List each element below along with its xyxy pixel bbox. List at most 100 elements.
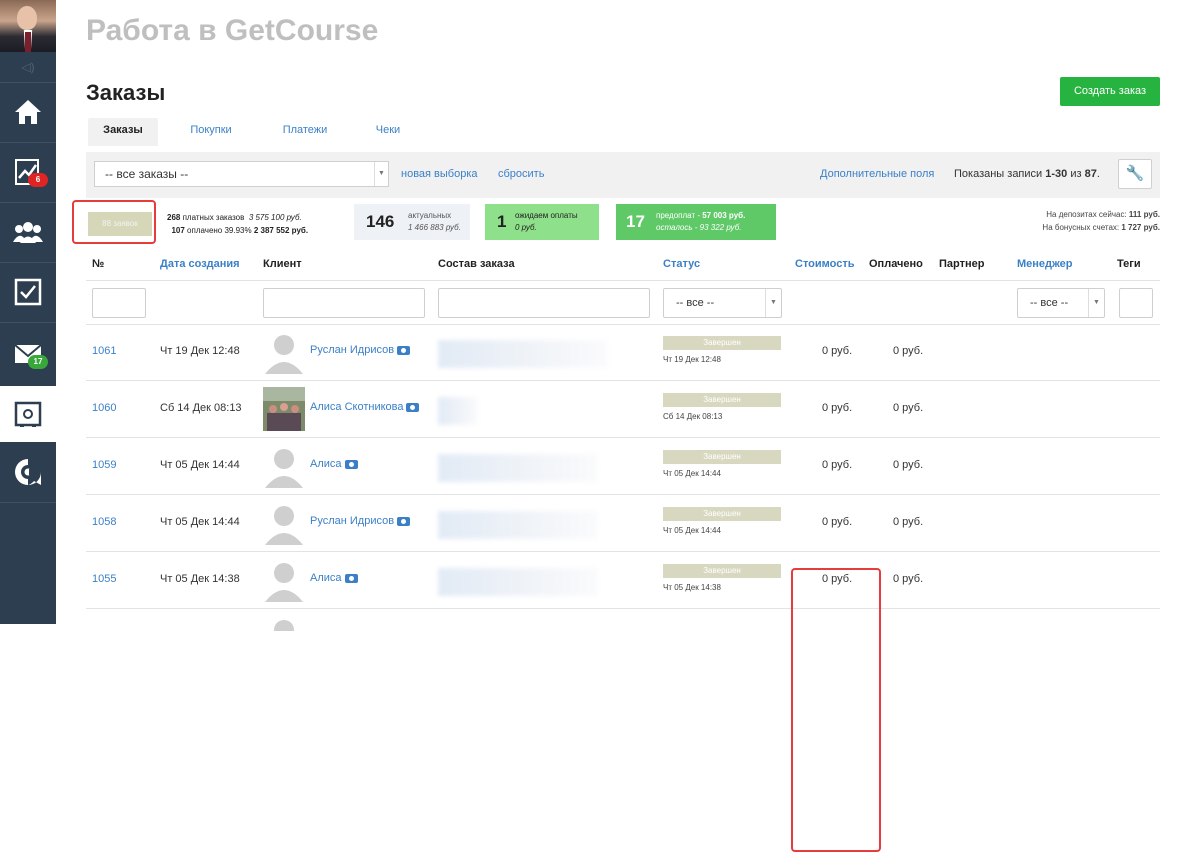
waiting-payment-box[interactable]: 1 ожидаем оплаты 0 руб.: [485, 204, 599, 240]
order-date: Сб 14 Дек 08:13: [160, 402, 242, 414]
client-link[interactable]: Руслан Идрисов: [310, 515, 411, 527]
status-date: Чт 05 Дек 14:44: [663, 469, 721, 478]
tags-filter-input[interactable]: [1119, 288, 1153, 318]
order-paid: 0 руб.: [893, 516, 924, 528]
order-date: Чт 05 Дек 14:44: [160, 459, 240, 471]
status-filter-select[interactable]: -- все -- ▼: [663, 288, 782, 318]
page-title: Заказы: [86, 80, 166, 105]
composition-filter-input[interactable]: [438, 288, 650, 318]
order-id-link[interactable]: 1061: [92, 345, 116, 357]
eye-icon[interactable]: [344, 459, 358, 469]
order-paid: 0 руб.: [893, 573, 924, 585]
eye-icon[interactable]: [397, 516, 411, 526]
avatar: [265, 506, 303, 545]
tab-payments[interactable]: Платежи: [270, 118, 340, 146]
filter-bar: -- все заказы -- ▼ новая выборка сбросит…: [86, 152, 1160, 198]
getcourse-logo-icon: [15, 459, 41, 485]
speaker-icon[interactable]: ◁): [0, 52, 56, 82]
order-composition-blurred: [438, 340, 608, 368]
col-header-status[interactable]: Статус: [663, 258, 700, 270]
tab-purchases[interactable]: Покупки: [176, 118, 246, 146]
order-paid: 0 руб.: [893, 459, 924, 471]
client-link[interactable]: Руслан Идрисов: [310, 344, 411, 356]
client-link[interactable]: Алиса: [310, 458, 358, 470]
col-header-tags: Теги: [1117, 258, 1141, 270]
order-id-link[interactable]: 1060: [92, 402, 116, 414]
orders-selection-value: -- все заказы --: [105, 167, 189, 181]
order-cost: 0 руб.: [822, 402, 853, 414]
col-header-client: Клиент: [263, 258, 302, 270]
order-composition-blurred: [438, 454, 598, 482]
status-date: Чт 05 Дек 14:44: [663, 526, 721, 535]
client-link[interactable]: Алиса: [310, 572, 358, 584]
client-filter-input[interactable]: [263, 288, 425, 318]
orders-selection-select[interactable]: -- все заказы -- ▼: [94, 161, 389, 187]
order-cost: 0 руб.: [822, 459, 853, 471]
sidebar-item-messages[interactable]: 17: [0, 326, 56, 382]
table-row[interactable]: 1059 Чт 05 Дек 14:44 Алиса Завершен Чт 0…: [86, 438, 1160, 495]
tabs: Заказы Покупки Платежи Чеки: [86, 118, 1160, 146]
avatar-photo: [263, 387, 305, 431]
sidebar-item-sales[interactable]: [0, 386, 56, 442]
order-paid: 0 руб.: [893, 402, 924, 414]
tab-orders[interactable]: Заказы: [88, 118, 158, 146]
balances-info: На депозитах сейчас: 111 руб. На бонусны…: [1042, 210, 1160, 232]
order-date: Чт 19 Дек 12:48: [160, 345, 240, 357]
num-filter-input[interactable]: [92, 288, 146, 318]
avatar: [274, 620, 294, 631]
status-badge: Завершен: [663, 564, 781, 578]
order-id-link[interactable]: 1059: [92, 459, 116, 471]
eye-icon[interactable]: [397, 345, 411, 355]
order-paid: 0 руб.: [893, 345, 924, 357]
extra-fields-link[interactable]: Дополнительные поля: [820, 168, 934, 180]
actual-orders-box[interactable]: 146 актуальных 1 466 883 руб.: [354, 204, 470, 240]
order-id-link[interactable]: 1058: [92, 516, 116, 528]
chevron-down-icon: ▼: [1088, 289, 1104, 317]
mail-badge: 17: [28, 355, 48, 369]
sidebar-item-getcourse[interactable]: [0, 444, 56, 500]
order-cost: 0 руб.: [822, 516, 853, 528]
sidebar-item-home[interactable]: [0, 84, 56, 140]
records-shown: Показаны записи 1-30 из 87.: [954, 168, 1100, 180]
cost-highlight-box: [791, 568, 881, 852]
users-icon: [13, 222, 43, 243]
highlight-box: [72, 200, 156, 244]
table-row[interactable]: 1055 Чт 05 Дек 14:38 Алиса Завершен Чт 0…: [86, 552, 1160, 609]
school-title: Работа в GetCourse: [86, 14, 379, 47]
manager-filter-select[interactable]: -- все -- ▼: [1017, 288, 1105, 318]
reset-link[interactable]: сбросить: [498, 168, 544, 180]
table-row[interactable]: 1060 Сб 14 Дек 08:13 Алиса Скотникова За…: [86, 381, 1160, 438]
checkbox-icon: [14, 278, 42, 306]
table-row[interactable]: 1061 Чт 19 Дек 12:48 Руслан Идрисов Заве…: [86, 324, 1160, 381]
create-order-button[interactable]: Создать заказ: [1060, 77, 1160, 106]
order-composition-blurred: [438, 511, 598, 539]
eye-icon[interactable]: [406, 402, 420, 412]
main-content: Работа в GetCourse Заказы Создать заказ …: [72, 0, 1160, 852]
col-header-cost[interactable]: Стоимость: [795, 258, 855, 270]
sidebar-item-tasks[interactable]: [0, 264, 56, 320]
status-badge: Завершен: [663, 507, 781, 521]
sidebar-item-users[interactable]: [0, 204, 56, 260]
eye-icon[interactable]: [344, 573, 358, 583]
order-date: Чт 05 Дек 14:44: [160, 516, 240, 528]
order-id-link[interactable]: 1055: [92, 573, 116, 585]
table-row[interactable]: [86, 609, 1160, 666]
avatar: [265, 563, 303, 602]
col-header-manager[interactable]: Менеджер: [1017, 258, 1073, 270]
settings-wrench-button[interactable]: 🔧: [1118, 159, 1152, 189]
status-date: Чт 05 Дек 14:38: [663, 583, 721, 592]
avatar[interactable]: [0, 0, 56, 52]
paid-orders-summary: 268 платных заказов 3 575 100 руб. 107 о…: [167, 213, 309, 235]
col-header-composition: Состав заказа: [438, 258, 515, 270]
order-composition-blurred: [438, 568, 598, 596]
table-row[interactable]: 1058 Чт 05 Дек 14:44 Руслан Идрисов Заве…: [86, 495, 1160, 552]
col-header-created[interactable]: Дата создания: [160, 258, 240, 270]
new-selection-link[interactable]: новая выборка: [401, 168, 478, 180]
status-date: Чт 19 Дек 12:48: [663, 355, 721, 364]
chevron-down-icon: ▼: [765, 289, 781, 317]
status-badge: Завершен: [663, 336, 781, 350]
sidebar-item-stats[interactable]: 6: [0, 144, 56, 200]
tab-receipts[interactable]: Чеки: [358, 118, 418, 146]
client-link[interactable]: Алиса Скотникова: [310, 401, 420, 413]
prepayments-box[interactable]: 17 предоплат - 57 003 руб. осталось - 93…: [616, 204, 776, 240]
